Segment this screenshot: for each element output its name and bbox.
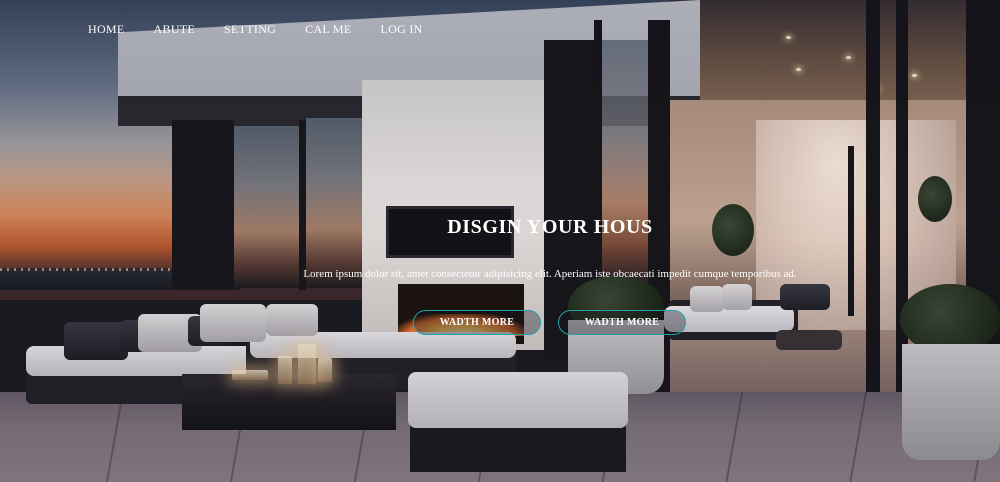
watch-more-button-secondary[interactable]: WADTH MORE — [558, 310, 686, 335]
hero-description: Lorem ipsum dolor sit, amet consectetur … — [303, 268, 797, 280]
nav-call-me[interactable]: CAL ME — [305, 22, 351, 37]
hero-section: HOME ABUTE SETTING CAL ME LOG IN DISGIN … — [0, 0, 1000, 482]
hero-title: DISGIN YOUR HOUS — [447, 216, 653, 238]
nav-log-in[interactable]: LOG IN — [381, 22, 423, 37]
watch-more-button[interactable]: WADTH MORE — [413, 310, 541, 335]
nav-home[interactable]: HOME — [88, 22, 125, 37]
hero-background-image — [0, 0, 1000, 482]
image-overlay — [0, 0, 1000, 482]
top-navigation: HOME ABUTE SETTING CAL ME LOG IN — [88, 22, 452, 37]
nav-about[interactable]: ABUTE — [154, 22, 196, 37]
nav-setting[interactable]: SETTING — [224, 22, 276, 37]
